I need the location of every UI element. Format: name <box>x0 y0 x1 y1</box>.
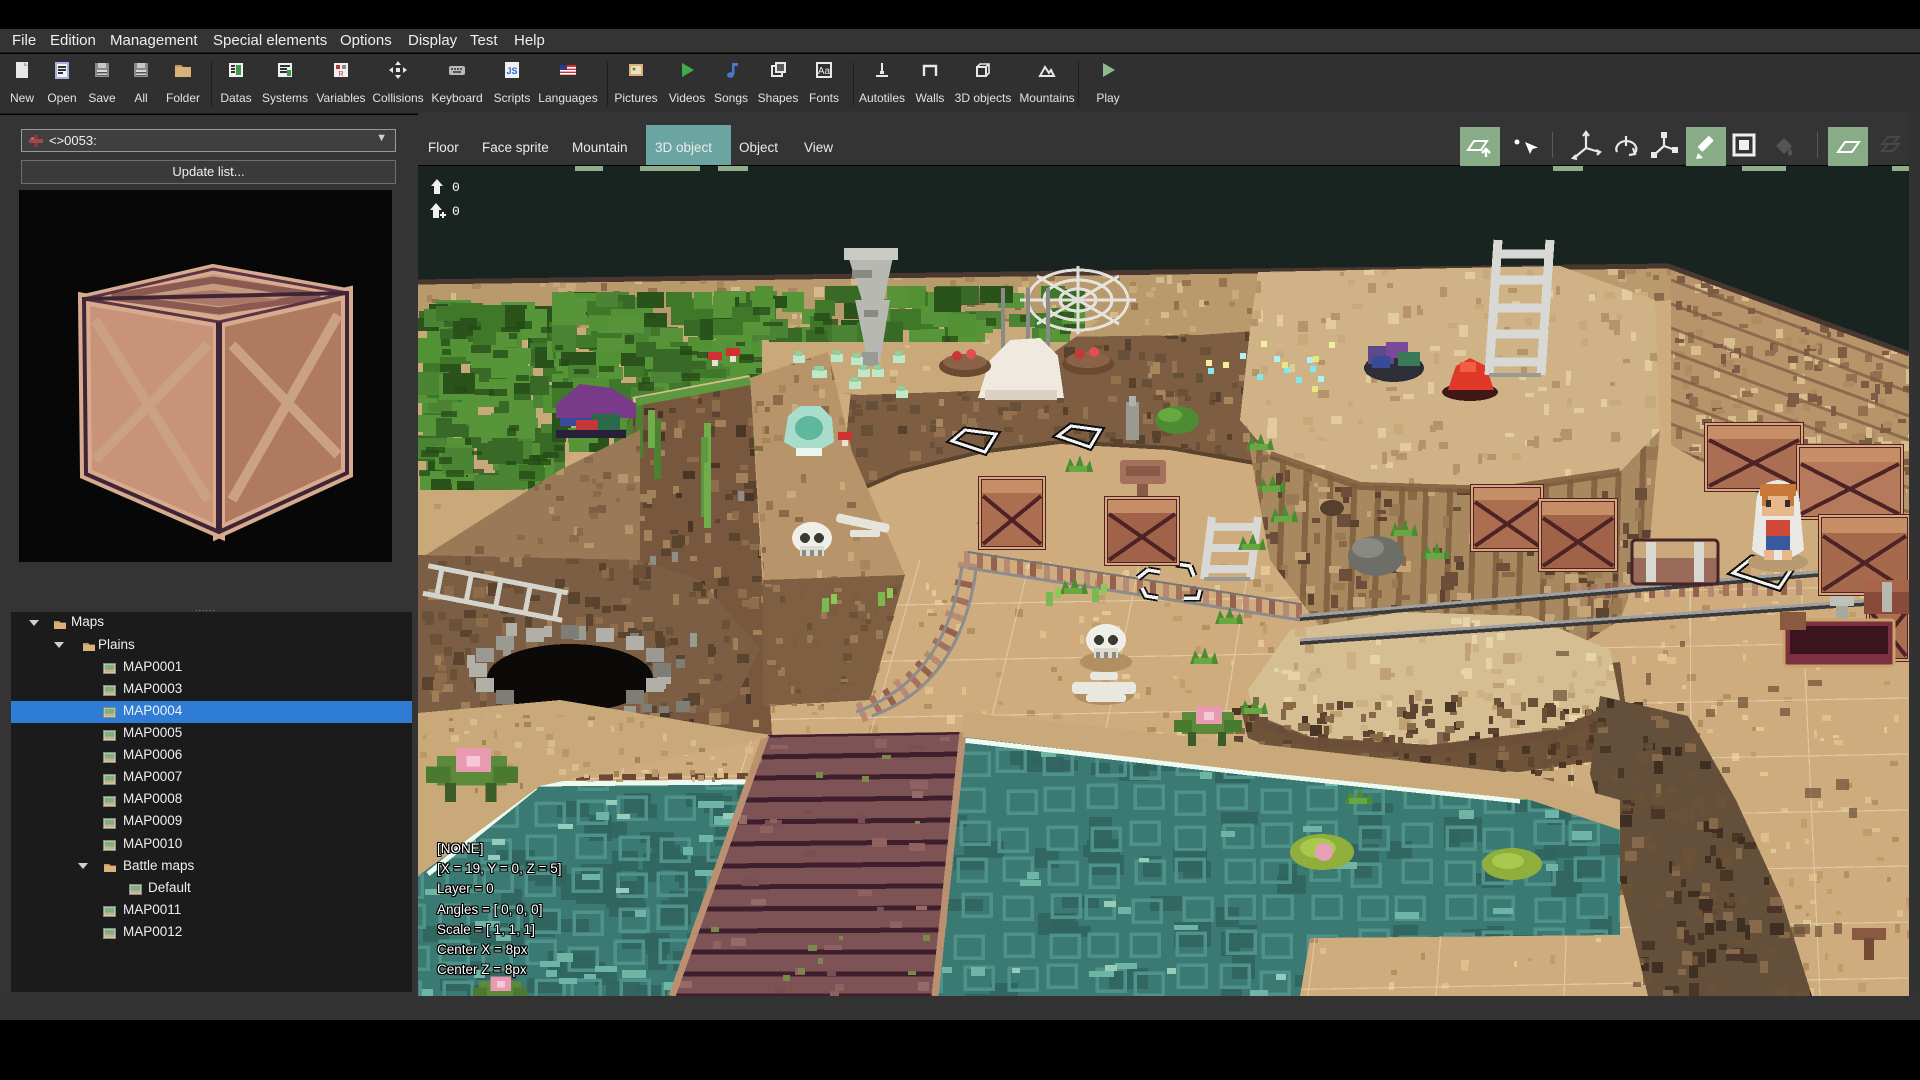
svg-text:R: R <box>338 71 343 78</box>
svg-text:Aa: Aa <box>818 66 831 77</box>
svg-text:JS: JS <box>506 66 517 76</box>
